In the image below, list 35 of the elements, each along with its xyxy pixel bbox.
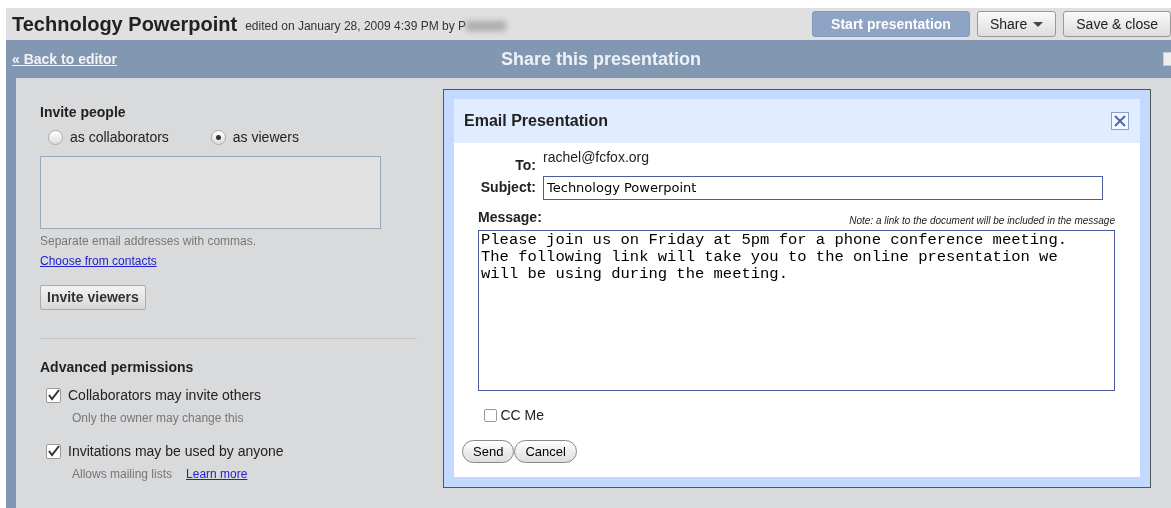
- page-heading: Share this presentation: [500, 47, 701, 71]
- checkbox-label: Collaborators may invite others: [68, 386, 261, 405]
- radio-button[interactable]: [210, 129, 226, 145]
- radio-label: as viewers: [232, 127, 299, 147]
- checkbox[interactable]: [46, 444, 61, 459]
- dialog-button[interactable]: Cancel: [514, 439, 577, 463]
- edited-info: edited on January 28, 2009 4:39 PM by P: [245, 18, 466, 35]
- section-heading: Advanced permissions: [40, 358, 195, 377]
- option-note: Allows mailing lists: [72, 466, 173, 483]
- dialog-title: Email Presentation: [464, 111, 609, 131]
- option-note: Only the owner may change this: [72, 410, 244, 427]
- recipient-email: rachel@fcfox.org: [543, 147, 650, 167]
- section-heading: Invite people: [40, 103, 127, 122]
- toolbar-button[interactable]: Share: [976, 11, 1057, 37]
- checkbox-label: CC Me: [500, 405, 545, 425]
- checkbox-label: Invitations may be used by anyone: [68, 442, 284, 461]
- contacts-link[interactable]: Choose from contacts: [40, 254, 157, 268]
- radio-button[interactable]: [48, 129, 63, 145]
- email-input-field[interactable]: [40, 155, 381, 229]
- checkbox[interactable]: [484, 408, 497, 422]
- document-title: Technology Powerpoint: [12, 12, 238, 37]
- subject-field[interactable]: Technology Powerpoint: [543, 175, 1103, 200]
- field-label: Message:: [478, 207, 542, 227]
- message-field[interactable]: Please join us on Friday at 5pm for a phone conference meeting. The following link will take you to the online presentation we will be using during the meeting.: [478, 229, 1115, 391]
- hint-text: Separate email addresses with commas.: [40, 233, 258, 250]
- toolbar-button[interactable]: Save & close: [1063, 11, 1171, 37]
- invite-button[interactable]: Invite viewers: [40, 285, 146, 310]
- dialog-button[interactable]: Send: [462, 439, 515, 463]
- learn-more-link[interactable]: Learn more: [186, 465, 248, 483]
- redacted-name: [466, 21, 506, 31]
- field-label: Subject:: [479, 178, 536, 197]
- radio-label: as collaborators: [70, 127, 169, 147]
- field-label: To:: [514, 155, 536, 175]
- checkbox[interactable]: [46, 388, 61, 403]
- note-text: Note: a link to the document will be included in the message: [849, 213, 1115, 228]
